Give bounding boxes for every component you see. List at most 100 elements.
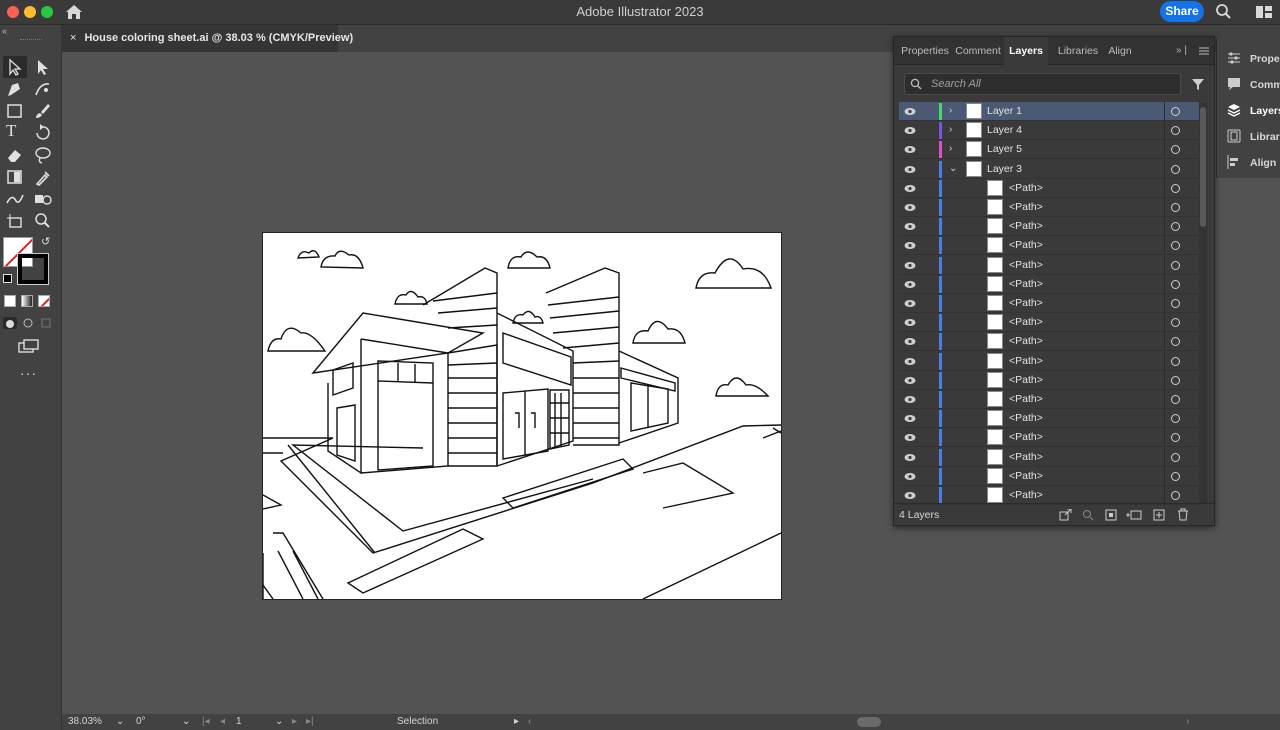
screen-mode-icon[interactable] — [17, 338, 41, 356]
path-name[interactable]: <Path> — [1009, 220, 1043, 232]
lock-toggle[interactable] — [921, 315, 933, 330]
shape-builder-tool-icon[interactable] — [4, 189, 26, 209]
sublayer-row[interactable]: <Path> — [899, 428, 1199, 448]
lock-toggle[interactable] — [921, 334, 933, 349]
last-artboard-icon[interactable]: ▸| — [306, 716, 314, 727]
panel-expand-icon[interactable]: » | — [1176, 45, 1187, 56]
path-name[interactable]: <Path> — [1009, 335, 1043, 347]
status-menu-arrow-icon[interactable]: ▸ — [514, 716, 519, 727]
export-icon[interactable] — [1059, 509, 1072, 521]
path-name[interactable]: <Path> — [1009, 182, 1043, 194]
artboard-tool-icon[interactable] — [4, 211, 26, 231]
dock-align[interactable]: Align — [1217, 150, 1280, 175]
selection-tool-icon[interactable] — [4, 57, 26, 77]
rotate-tool-icon[interactable] — [32, 123, 54, 143]
target-circle-icon[interactable] — [1171, 145, 1180, 155]
target-circle-icon[interactable] — [1171, 183, 1180, 193]
path-name[interactable]: <Path> — [1009, 355, 1043, 367]
target-circle-icon[interactable] — [1171, 337, 1180, 347]
lock-toggle[interactable] — [921, 104, 933, 119]
collapse-chevron-icon[interactable]: ⌄ — [949, 163, 957, 174]
target-circle-icon[interactable] — [1171, 299, 1180, 308]
visibility-eye-icon[interactable] — [904, 357, 916, 366]
artboard-dropdown-icon[interactable]: ⌄ — [275, 716, 283, 727]
layer-name[interactable]: Layer 5 — [987, 143, 1022, 155]
lock-toggle[interactable] — [921, 277, 933, 292]
target-circle-icon[interactable] — [1171, 491, 1180, 500]
lock-toggle[interactable] — [921, 296, 933, 311]
target-circle-icon[interactable] — [1171, 471, 1180, 481]
visibility-eye-icon[interactable] — [904, 261, 916, 270]
visibility-eye-icon[interactable] — [904, 472, 916, 481]
sublayer-row[interactable]: <Path> — [899, 217, 1199, 237]
eraser-tool-icon[interactable] — [4, 145, 26, 165]
sublayer-row[interactable]: <Path> — [899, 351, 1199, 371]
pen-tool-icon[interactable] — [4, 79, 26, 99]
tab-libraries[interactable]: Libraries — [1054, 37, 1102, 65]
visibility-eye-icon[interactable] — [904, 376, 916, 385]
path-name[interactable]: <Path> — [1009, 470, 1043, 482]
draw-normal-button[interactable] — [3, 317, 17, 329]
tab-layers[interactable]: Layers — [1004, 37, 1048, 65]
new-sublayer-icon[interactable] — [1126, 509, 1142, 521]
visibility-eye-icon[interactable] — [904, 222, 916, 231]
dock-layers[interactable]: Layers — [1217, 98, 1280, 123]
zoom-level[interactable]: 38.03% — [68, 716, 102, 727]
visibility-eye-icon[interactable] — [904, 145, 916, 154]
path-name[interactable]: <Path> — [1009, 451, 1043, 463]
draw-behind-icon[interactable] — [21, 317, 35, 329]
target-circle-icon[interactable] — [1171, 241, 1180, 251]
target-circle-icon[interactable] — [1171, 414, 1180, 424]
tab-properties[interactable]: Properties — [900, 37, 950, 65]
sublayer-row[interactable]: <Path> — [899, 178, 1199, 198]
path-name[interactable]: <Path> — [1009, 431, 1043, 443]
tab-align[interactable]: Align — [1104, 37, 1136, 65]
sublayer-row[interactable]: <Path> — [899, 236, 1199, 256]
path-name[interactable]: <Path> — [1009, 374, 1043, 386]
visibility-eye-icon[interactable] — [904, 395, 916, 404]
visibility-eye-icon[interactable] — [904, 337, 916, 346]
rectangle-tool-icon[interactable] — [4, 101, 26, 121]
first-artboard-icon[interactable]: |◂ — [202, 716, 210, 727]
visibility-eye-icon[interactable] — [904, 491, 916, 500]
target-circle-icon[interactable] — [1171, 126, 1180, 136]
previous-artboard-icon[interactable]: ◂ — [220, 716, 225, 727]
lock-toggle[interactable] — [921, 123, 933, 138]
search-icon[interactable] — [1214, 3, 1234, 21]
dock-libraries[interactable]: Libraries — [1217, 124, 1280, 149]
gradient-mode-button[interactable] — [21, 295, 33, 307]
tab-comments[interactable]: Comment — [953, 37, 1003, 65]
panel-menu-icon[interactable] — [1199, 46, 1209, 56]
target-circle-icon[interactable] — [1171, 375, 1180, 385]
target-circle-icon[interactable] — [1171, 395, 1180, 404]
workspace-switcher-icon[interactable] — [1254, 3, 1274, 21]
sublayer-row[interactable]: <Path> — [899, 370, 1199, 390]
path-name[interactable]: <Path> — [1009, 489, 1043, 501]
visibility-eye-icon[interactable] — [904, 453, 916, 462]
target-circle-icon[interactable] — [1171, 318, 1180, 328]
sublayer-row[interactable]: <Path> — [899, 274, 1199, 294]
path-name[interactable]: <Path> — [1009, 278, 1043, 290]
target-circle-icon[interactable] — [1171, 356, 1180, 366]
zoom-tool-icon[interactable] — [32, 211, 54, 231]
swap-fill-stroke-icon[interactable]: ↺ — [41, 235, 50, 248]
lock-toggle[interactable] — [921, 162, 933, 177]
layer-name[interactable]: Layer 1 — [987, 105, 1022, 117]
lock-toggle[interactable] — [921, 392, 933, 407]
sublayer-row[interactable]: <Path> — [899, 294, 1199, 313]
scroll-thumb[interactable] — [1200, 107, 1206, 227]
lock-toggle[interactable] — [921, 142, 933, 157]
color-mode-button[interactable] — [4, 295, 16, 307]
document-tab[interactable]: × House coloring sheet.ai @ 38.03 % (CMYK… — [62, 25, 353, 52]
expand-chevron-icon[interactable]: › — [949, 143, 952, 154]
sublayer-row[interactable]: <Path> — [899, 313, 1199, 333]
horizontal-scroll-thumb[interactable] — [857, 717, 881, 727]
artboard-number[interactable]: 1 — [236, 716, 242, 727]
stroke-swatch[interactable] — [17, 253, 49, 285]
visibility-eye-icon[interactable] — [904, 318, 916, 327]
rotation-value[interactable]: 0° — [136, 716, 146, 727]
sublayer-row[interactable]: <Path> — [899, 409, 1199, 429]
dock-properties[interactable]: Properties — [1217, 46, 1280, 71]
paintbrush-tool-icon[interactable] — [32, 101, 54, 121]
layers-scrollbar[interactable] — [1199, 103, 1207, 503]
